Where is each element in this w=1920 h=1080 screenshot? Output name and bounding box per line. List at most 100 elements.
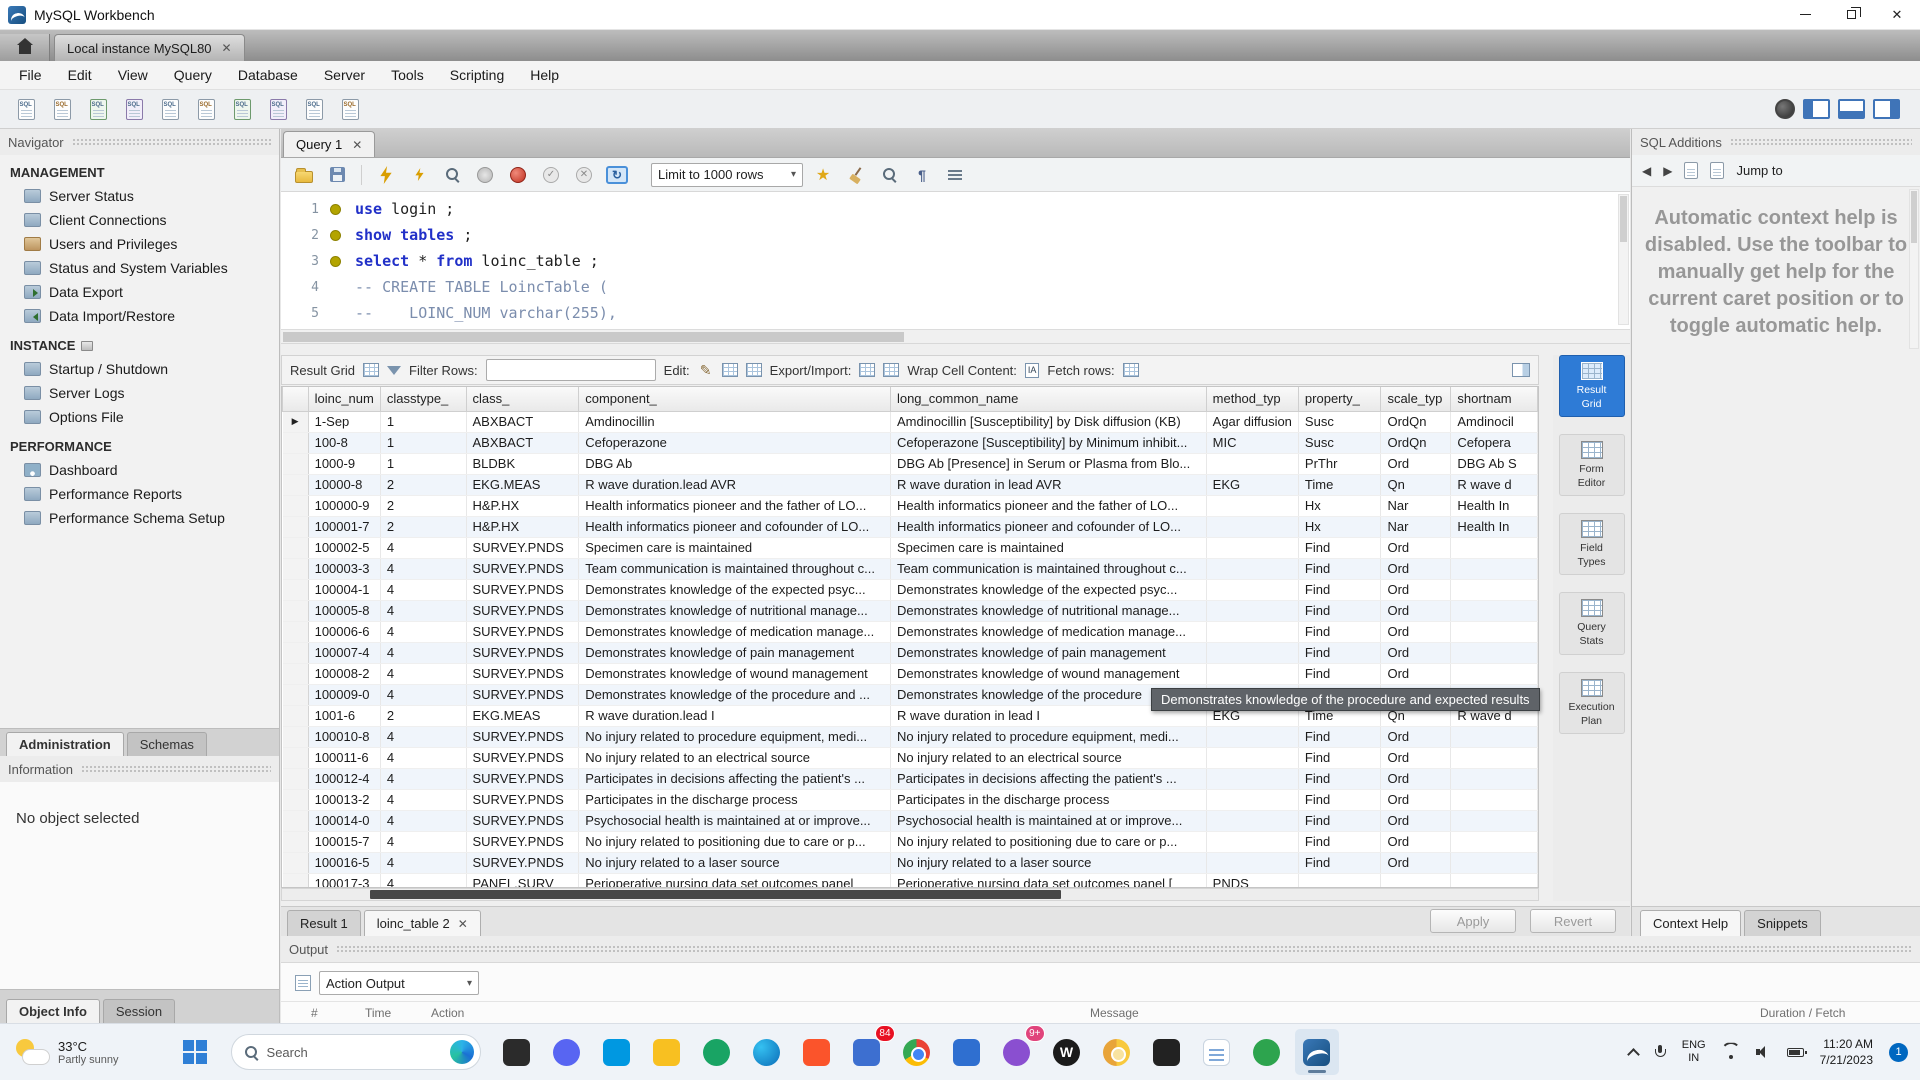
grid-cell[interactable] <box>1450 642 1538 664</box>
grid-cell[interactable]: 100007-4 <box>308 642 381 664</box>
grid-cell[interactable]: 4 <box>380 831 467 853</box>
beautify-sql-icon[interactable] <box>843 163 869 187</box>
taskbar-icon-teams-app[interactable] <box>945 1029 989 1075</box>
grid-cell[interactable]: Qn <box>1380 474 1452 496</box>
grid-cell[interactable]: 4 <box>380 600 467 622</box>
grid-cell[interactable]: Participates in the discharge process <box>578 789 891 811</box>
grid-cell[interactable]: 4 <box>380 558 467 580</box>
grid-cell[interactable]: SURVEY.PNDS <box>466 726 580 748</box>
taskbar-icon-camtasia[interactable] <box>695 1029 739 1075</box>
row-selector[interactable] <box>282 516 309 538</box>
grid-cell[interactable]: Ord <box>1380 768 1452 790</box>
sidebar-item-dashboard[interactable]: Dashboard <box>0 458 279 482</box>
row-selector[interactable] <box>282 747 309 769</box>
grid-cell[interactable]: SURVEY.PNDS <box>466 621 580 643</box>
grid-cell[interactable]: Health informatics pioneer and the fathe… <box>890 495 1207 517</box>
grid-cell[interactable]: DBG Ab S <box>1450 453 1538 475</box>
grid-cell[interactable]: 100014-0 <box>308 810 381 832</box>
sql-additions-scrollbar[interactable] <box>1909 189 1919 349</box>
grid-cell[interactable]: 100017-3 <box>308 873 381 887</box>
scrollbar-thumb[interactable] <box>1620 196 1627 242</box>
grid-cell[interactable] <box>1298 873 1382 887</box>
grid-cell[interactable]: 4 <box>380 684 467 706</box>
grid-cell[interactable]: R wave duration in lead AVR <box>890 474 1207 496</box>
tab-context-help[interactable]: Context Help <box>1640 910 1742 936</box>
tab-schemas[interactable]: Schemas <box>126 732 207 756</box>
grid-cell[interactable]: SURVEY.PNDS <box>466 579 580 601</box>
export-recordset-icon[interactable] <box>859 363 876 377</box>
grid-cell[interactable]: R wave d <box>1450 474 1538 496</box>
grid-cell[interactable]: Find <box>1298 621 1382 643</box>
grid-cell[interactable] <box>1206 831 1299 853</box>
grid-cell[interactable] <box>1450 621 1538 643</box>
import-records-icon[interactable] <box>883 363 900 377</box>
column-header-classtype[interactable]: classtype_ <box>379 387 467 412</box>
row-selector[interactable] <box>282 768 309 790</box>
migration-wizard-icon[interactable] <box>334 94 366 124</box>
grid-cell[interactable]: 4 <box>380 537 467 559</box>
grid-cell[interactable]: Ord <box>1380 600 1452 622</box>
taskbar-icon-edge[interactable] <box>745 1029 789 1075</box>
sql-editor[interactable]: 1 use login ; 2 show tables ; 3 select * from… <box>281 192 1630 330</box>
grid-cell[interactable]: 100004-1 <box>308 579 381 601</box>
grid-cell[interactable]: 4 <box>380 810 467 832</box>
row-selector[interactable] <box>282 642 309 664</box>
grid-cell[interactable]: R wave duration.lead I <box>578 705 891 727</box>
grid-cell[interactable]: SURVEY.PNDS <box>466 831 580 853</box>
back-arrow-icon[interactable]: ◀ <box>1642 164 1651 178</box>
column-header-property[interactable]: property_ <box>1297 387 1382 412</box>
create-table-icon[interactable] <box>154 94 186 124</box>
row-selector[interactable] <box>282 579 309 601</box>
column-header-class[interactable]: class_ <box>465 387 580 412</box>
grid-cell[interactable]: Demonstrates knowledge of pain managemen… <box>890 642 1207 664</box>
grid-cell[interactable]: 4 <box>380 873 467 887</box>
grid-cell[interactable]: Time <box>1298 474 1382 496</box>
grid-cell[interactable]: No injury related to an electrical sourc… <box>578 747 891 769</box>
grid-cell[interactable]: Find <box>1298 579 1382 601</box>
column-header-shortnam[interactable]: shortnam <box>1450 387 1538 412</box>
grid-cell[interactable]: Ord <box>1380 789 1452 811</box>
grid-cell[interactable] <box>1450 831 1538 853</box>
find-icon[interactable] <box>876 163 902 187</box>
grid-cell[interactable]: 100002-5 <box>308 537 381 559</box>
menu-help[interactable]: Help <box>517 61 572 89</box>
grid-cell[interactable] <box>1450 873 1538 887</box>
grid-icon[interactable] <box>363 363 380 377</box>
grid-cell[interactable]: 100013-2 <box>308 789 381 811</box>
grid-cell[interactable]: 100011-6 <box>308 747 381 769</box>
execute-query-icon[interactable] <box>373 163 399 187</box>
grid-cell[interactable]: Health informatics pioneer and cofounder… <box>578 516 891 538</box>
sidebar-item-options-file[interactable]: Options File <box>0 405 279 429</box>
open-script-icon[interactable] <box>291 163 317 187</box>
grid-cell[interactable]: 100008-2 <box>308 663 381 685</box>
close-button[interactable]: ✕ <box>1874 0 1920 29</box>
action-output-dropdown[interactable]: Action Output ▾ <box>319 971 479 995</box>
jump-to-label[interactable]: Jump to <box>1736 163 1782 178</box>
grid-cell[interactable]: PrThr <box>1298 453 1382 475</box>
grid-cell[interactable]: SURVEY.PNDS <box>466 537 580 559</box>
grid-cell[interactable]: Ord <box>1380 453 1452 475</box>
grid-cell[interactable]: 1001-6 <box>308 705 381 727</box>
grid-cell[interactable]: Participates in decisions affecting the … <box>890 768 1207 790</box>
grid-cell[interactable]: SURVEY.PNDS <box>466 558 580 580</box>
grid-cell[interactable]: 100005-8 <box>308 600 381 622</box>
wifi-icon[interactable] <box>1722 1045 1740 1059</box>
sidebar-item-startup-shutdown[interactable]: Startup / Shutdown <box>0 357 279 381</box>
grid-cell[interactable] <box>1206 495 1299 517</box>
grid-cell[interactable]: 100012-4 <box>308 768 381 790</box>
code-line[interactable]: 2 show tables ; <box>281 222 1630 248</box>
row-selector[interactable]: ▶ <box>282 411 309 433</box>
grid-cell[interactable]: 100006-6 <box>308 621 381 643</box>
grid-cell[interactable]: Demonstrates knowledge of medication man… <box>890 621 1207 643</box>
revert-button[interactable]: Revert <box>1530 909 1616 933</box>
grid-cell[interactable] <box>1380 873 1452 887</box>
grid-cell[interactable] <box>1206 516 1299 538</box>
show-invisibles-icon[interactable]: ¶ <box>909 163 935 187</box>
grid-cell[interactable] <box>1206 768 1299 790</box>
microphone-icon[interactable] <box>1654 1044 1666 1060</box>
grid-cell[interactable]: ABXBACT <box>466 411 580 433</box>
grid-cell[interactable]: No injury related to positioning due to … <box>890 831 1207 853</box>
grid-cell[interactable]: Demonstrates knowledge of wound manageme… <box>578 663 891 685</box>
taskbar-search[interactable]: Search <box>230 1034 481 1070</box>
grid-cell[interactable]: Find <box>1298 537 1382 559</box>
